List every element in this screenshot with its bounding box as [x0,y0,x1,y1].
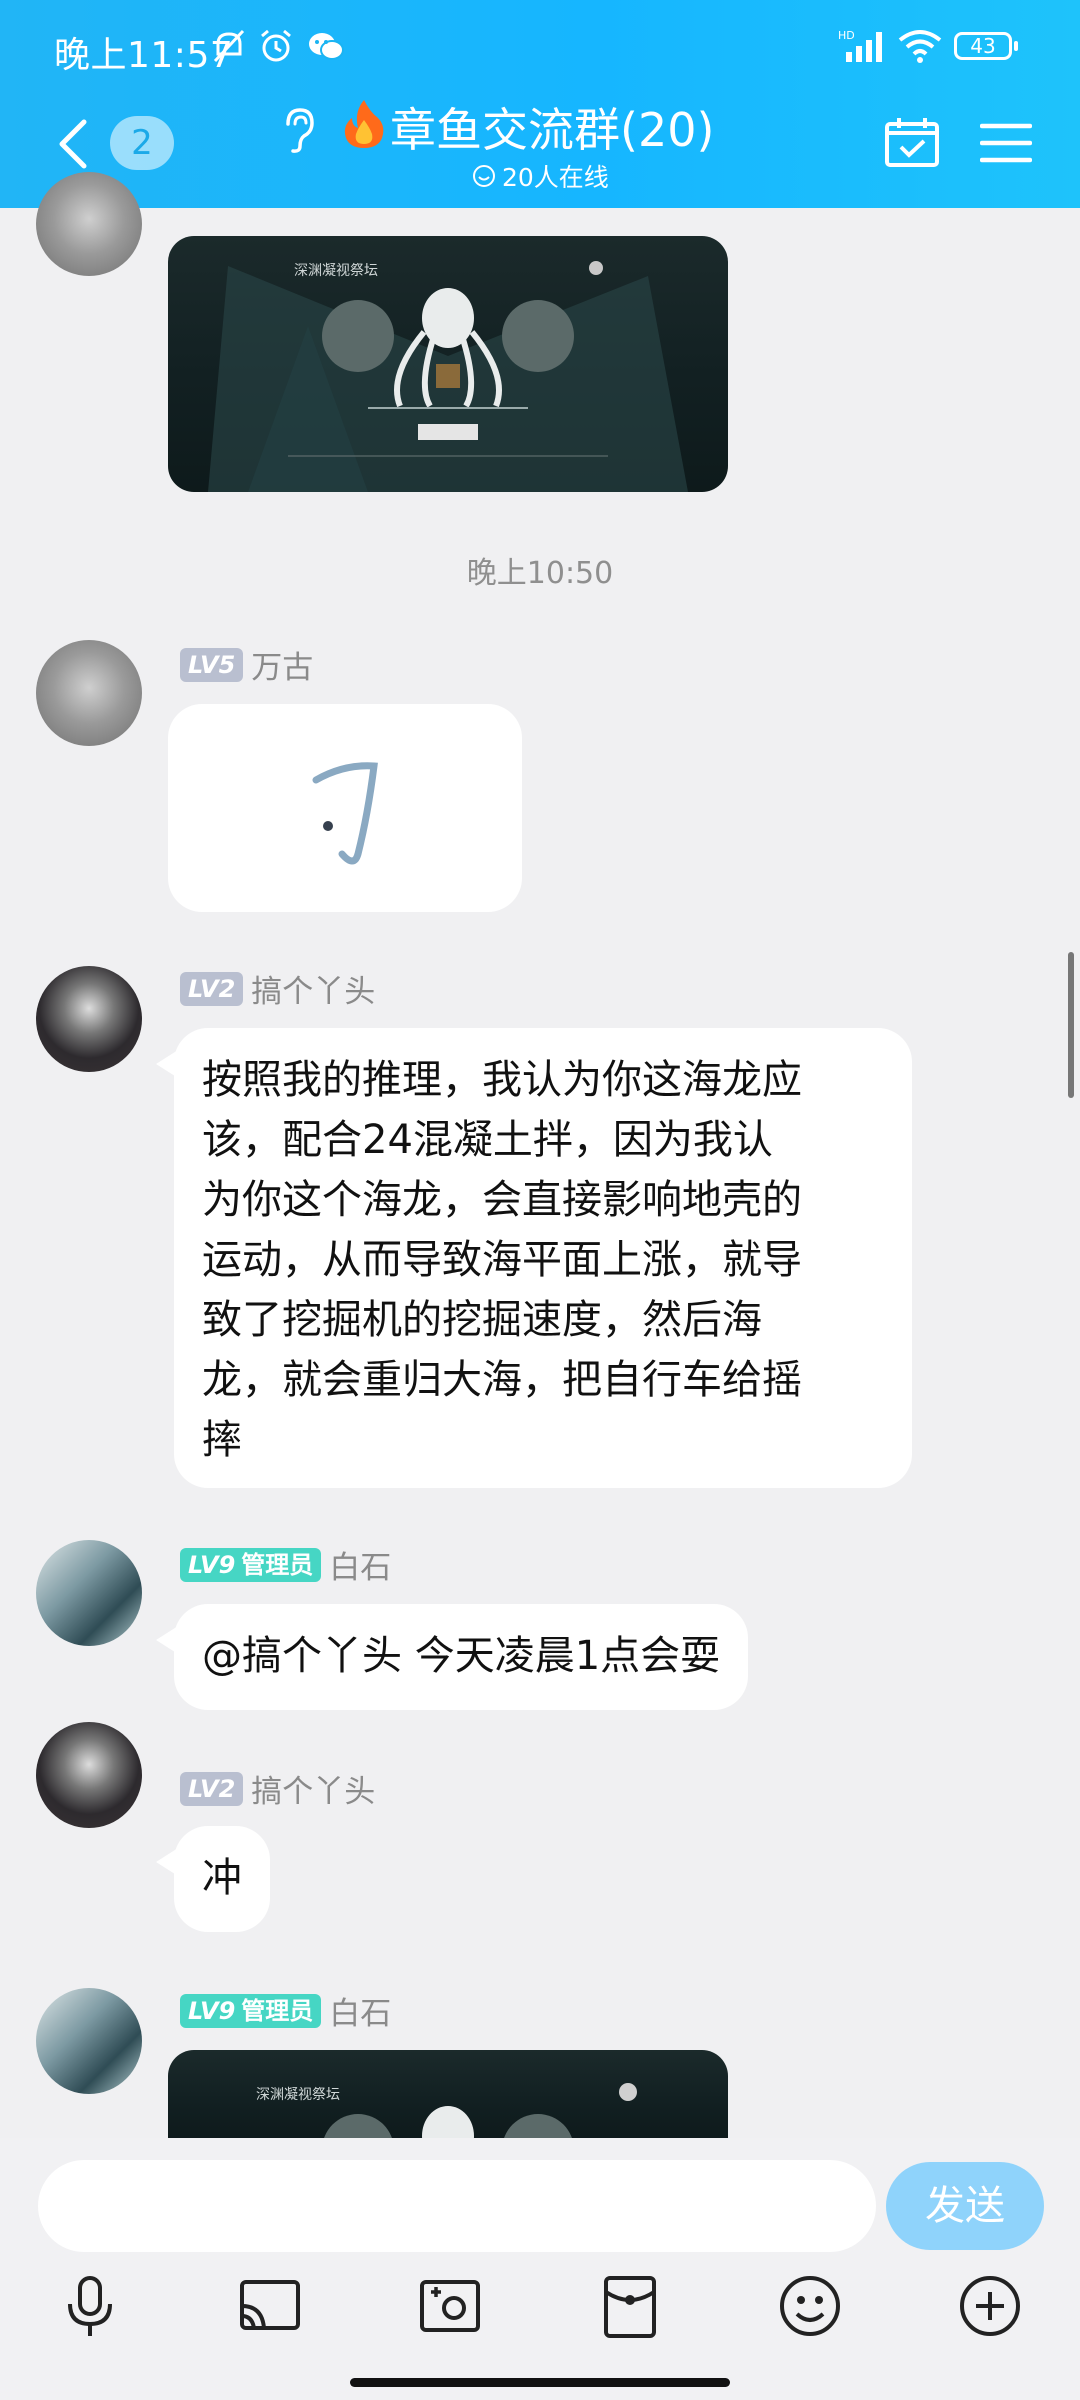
sender-name[interactable]: 万古 [251,642,313,687]
camera-icon[interactable] [414,2270,486,2342]
avatar[interactable] [36,1722,142,1828]
avatar[interactable] [36,640,142,746]
avatar[interactable] [36,966,142,1072]
sender-line: LV9 管理员 白石 [180,1988,391,2033]
sender-line: LV2 搞个丫头 [180,966,375,1011]
emoji-icon[interactable] [774,2270,846,2342]
message-line: 摔 [202,1417,242,1463]
admin-role-text: 管理员 [241,1996,314,2025]
avatar[interactable] [36,1988,142,2094]
fire-icon [344,100,384,148]
message-line: 龙，就会重归大海，把自行车给摇 [202,1357,802,1403]
message-line: 致了挖掘机的挖掘速度，然后海 [202,1297,762,1343]
altar-screenshot-image [208,261,688,492]
smile-status-icon [473,165,495,187]
scrollbar[interactable] [1068,952,1074,1098]
online-status[interactable]: 20人在线 [472,158,609,194]
avatar[interactable] [36,172,142,276]
message-text: 冲 [202,1855,242,1901]
ear-icon[interactable] [278,106,318,154]
admin-level-badge: LV9 管理员 [180,1993,322,2028]
menu-icon[interactable] [980,122,1032,164]
altar-screenshot-image [323,2083,637,2140]
back-button[interactable] [54,116,94,172]
input-area: 发送 [0,2138,1080,2400]
image-message[interactable]: 深渊凝视祭坛 [168,236,728,492]
sender-name[interactable]: 白石 [329,1542,391,1587]
image-message[interactable]: 深渊凝视祭坛 [168,2050,728,2140]
signal-icon: HD [838,29,882,62]
hd-label: HD [838,29,855,42]
text-message[interactable]: 冲 [156,1826,270,1932]
send-button[interactable]: 发送 [886,2162,1044,2250]
sticker-message[interactable]: 刁 [168,704,522,912]
image-title: 深渊凝视祭坛 [294,263,378,279]
image-title: 深渊凝视祭坛 [256,2087,340,2103]
level-badge: LV5 [180,647,244,682]
message-line: 运动，从而导致海平面上涨，就导 [202,1237,802,1283]
level-badge: LV2 [180,1771,244,1806]
sender-name[interactable]: 搞个丫头 [251,1766,375,1811]
home-indicator[interactable] [350,2378,730,2387]
message-input[interactable] [38,2160,876,2252]
admin-level-badge: LV9 管理员 [180,1547,322,1582]
red-packet-icon[interactable] [594,2270,666,2342]
sender-name[interactable]: 白石 [329,1988,391,2033]
level-badge: LV2 [180,971,244,1006]
text-message[interactable]: 按照我的推理，我认为你这海龙应 该，配合24混凝土拌，因为我认 为你这个海龙，会… [156,1028,912,1488]
avatar[interactable] [36,1540,142,1646]
bell-off-icon [213,29,245,63]
plus-icon[interactable] [954,2270,1026,2342]
microphone-icon[interactable] [54,2270,126,2342]
message-line: 为你这个海龙，会直接影响地壳的 [202,1177,802,1223]
level-text: LV9 [188,1996,236,2025]
unread-count-badge[interactable]: 2 [110,116,174,170]
calendar-check-icon[interactable] [884,116,940,168]
wechat-icon [309,33,344,60]
sender-line: LV5 万古 [180,642,313,687]
level-text: LV9 [188,1550,236,1579]
alarm-icon [261,29,291,62]
cast-screen-icon[interactable] [234,2270,306,2342]
message-text: @搞个丫头 今天凌晨1点会耍 [202,1633,721,1679]
status-time: 晚上11:57 [54,35,234,76]
sender-line: LV2 搞个丫头 [180,1766,375,1811]
group-title[interactable]: 章鱼交流群(20) [390,94,714,160]
battery-indicator: 43 [954,32,1018,60]
top-bar: 晚上11:57 HD 43 2 章鱼交流群(20) 20人在线 [0,0,1080,208]
online-count: 20人在线 [502,163,609,192]
sticker-image [312,762,378,865]
sender-line: LV9 管理员 白石 [180,1542,391,1587]
wifi-icon [898,30,942,63]
admin-role-text: 管理员 [241,1550,314,1579]
message-line: 该，配合24混凝土拌，因为我认 [202,1117,773,1163]
sender-name[interactable]: 搞个丫头 [251,966,375,1011]
message-line: 按照我的推理，我认为你这海龙应 [202,1057,802,1103]
text-message[interactable]: @搞个丫头 今天凌晨1点会耍 [155,1604,749,1710]
message-timestamp: 晚上10:50 [466,556,614,591]
